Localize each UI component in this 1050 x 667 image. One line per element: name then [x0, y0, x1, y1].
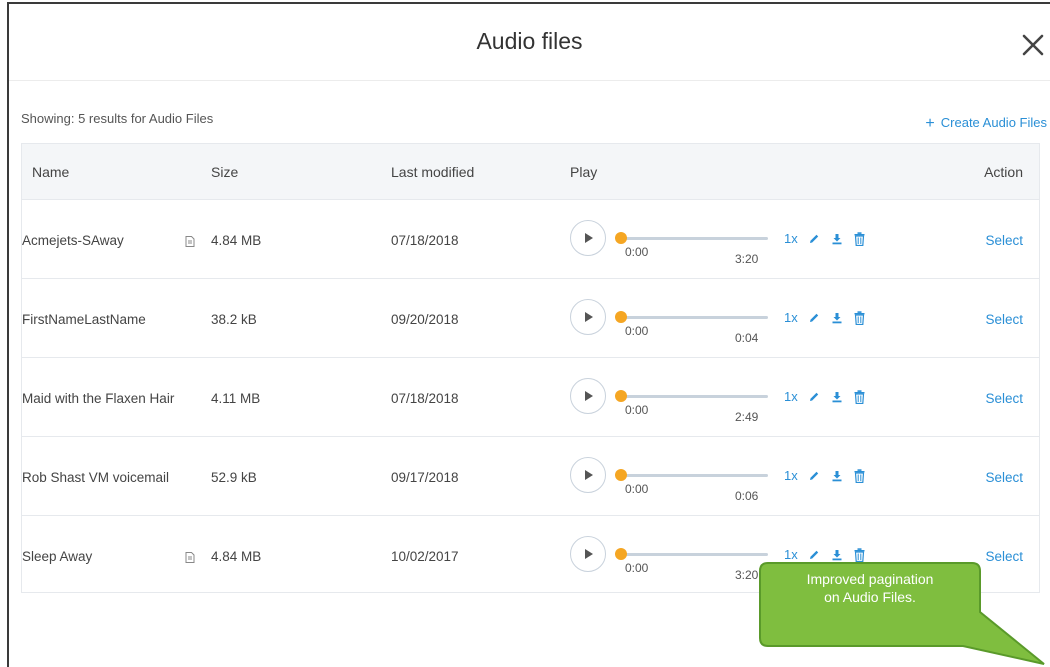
file-size: 4.84 MB: [211, 233, 262, 248]
playback-speed-button[interactable]: 1x: [784, 468, 798, 483]
file-size: 38.2 kB: [211, 312, 257, 327]
modal-title: Audio files: [476, 28, 583, 54]
play-button[interactable]: [570, 378, 606, 414]
play-button[interactable]: [570, 299, 606, 335]
last-modified: 09/17/2018: [391, 470, 459, 485]
progress-knob[interactable]: [615, 232, 627, 244]
audio-progress-slider[interactable]: [615, 469, 768, 481]
play-button[interactable]: [570, 536, 606, 572]
table-row: Maid with the Flaxen Hair 4.11 MB 07/18/20…: [22, 357, 1039, 437]
current-time: 0:00: [625, 561, 649, 575]
progress-knob[interactable]: [615, 469, 627, 481]
playback-speed-button[interactable]: 1x: [784, 310, 798, 325]
pencil-icon[interactable]: [808, 233, 820, 245]
audio-progress-slider[interactable]: [615, 548, 768, 560]
select-link[interactable]: Select: [985, 470, 1023, 485]
trash-icon[interactable]: [854, 469, 865, 483]
last-modified: 09/20/2018: [391, 312, 459, 327]
current-time: 0:00: [625, 245, 649, 259]
audio-progress-slider[interactable]: [615, 232, 768, 244]
select-link[interactable]: Select: [985, 312, 1023, 327]
progress-knob[interactable]: [615, 311, 627, 323]
playback-speed-button[interactable]: 1x: [784, 231, 798, 246]
play-icon: [585, 470, 593, 480]
table-row: FirstNameLastName 38.2 kB 09/20/2018 0:00 0:…: [22, 278, 1039, 358]
duration: 3:20: [735, 252, 759, 266]
trash-icon[interactable]: [854, 232, 865, 246]
trash-icon[interactable]: [854, 390, 865, 404]
column-header-play: Play: [570, 164, 598, 180]
create-audio-files-label: Create Audio Files: [940, 115, 1047, 130]
file-name: Acmejets-SAway: [22, 233, 124, 248]
plus-icon: +: [925, 115, 935, 132]
play-icon: [585, 549, 593, 559]
download-icon[interactable]: [831, 233, 843, 245]
play-button[interactable]: [570, 457, 606, 493]
audio-files-table: Name Size Last modified Play Action Acme…: [21, 143, 1040, 593]
play-icon: [585, 391, 593, 401]
duration: 0:04: [735, 331, 759, 345]
download-icon[interactable]: [831, 391, 843, 403]
select-link[interactable]: Select: [985, 233, 1023, 248]
last-modified: 07/18/2018: [391, 391, 459, 406]
modal-header: Audio files: [9, 4, 1050, 81]
table-row: Acmejets-SAway 4.84 MB 07/18/2018 0:00 3:20 1…: [22, 199, 1039, 279]
last-modified: 07/18/2018: [391, 233, 459, 248]
download-icon[interactable]: [831, 470, 843, 482]
pencil-icon[interactable]: [808, 391, 820, 403]
file-name: FirstNameLastName: [22, 312, 146, 327]
play-icon: [585, 233, 593, 243]
current-time: 0:00: [625, 482, 649, 496]
audio-progress-slider[interactable]: [615, 311, 768, 323]
last-modified: 10/02/2017: [391, 549, 459, 564]
duration: 2:49: [735, 410, 759, 424]
play-button[interactable]: [570, 220, 606, 256]
column-header-size[interactable]: Size: [211, 164, 238, 180]
doc-icon: [185, 236, 195, 247]
doc-icon: [185, 552, 195, 563]
progress-knob[interactable]: [615, 548, 627, 560]
create-audio-files-link[interactable]: + Create Audio Files: [925, 115, 1047, 133]
playback-speed-button[interactable]: 1x: [784, 389, 798, 404]
column-header-action: Action: [984, 164, 1023, 180]
progress-knob[interactable]: [615, 390, 627, 402]
file-size: 4.11 MB: [211, 391, 261, 406]
current-time: 0:00: [625, 403, 649, 417]
annotation-line-1: Improved pagination: [806, 571, 934, 587]
pencil-icon[interactable]: [808, 312, 820, 324]
select-link[interactable]: Select: [985, 391, 1023, 406]
file-name: Maid with the Flaxen Hair: [22, 391, 175, 406]
table-row: Rob Shast VM voicemail 52.9 kB 09/17/2018 0…: [22, 436, 1039, 516]
trash-icon[interactable]: [854, 311, 865, 325]
annotation-text: Improved pagination on Audio Files.: [765, 570, 975, 606]
audio-progress-slider[interactable]: [615, 390, 768, 402]
current-time: 0:00: [625, 324, 649, 338]
table-header: Name Size Last modified Play Action: [22, 144, 1039, 199]
column-header-name[interactable]: Name: [32, 164, 69, 180]
file-name: Rob Shast VM voicemail: [22, 470, 170, 485]
play-icon: [585, 312, 593, 322]
results-summary: Showing: 5 results for Audio Files: [21, 111, 214, 126]
duration: 0:06: [735, 489, 759, 503]
file-name: Sleep Away: [22, 549, 93, 564]
close-icon[interactable]: [1020, 32, 1046, 58]
annotation-line-2: on Audio Files.: [824, 589, 916, 605]
column-header-last-modified[interactable]: Last modified: [391, 164, 474, 180]
file-size: 4.84 MB: [211, 549, 262, 564]
file-size: 52.9 kB: [211, 470, 257, 485]
download-icon[interactable]: [831, 312, 843, 324]
pencil-icon[interactable]: [808, 470, 820, 482]
